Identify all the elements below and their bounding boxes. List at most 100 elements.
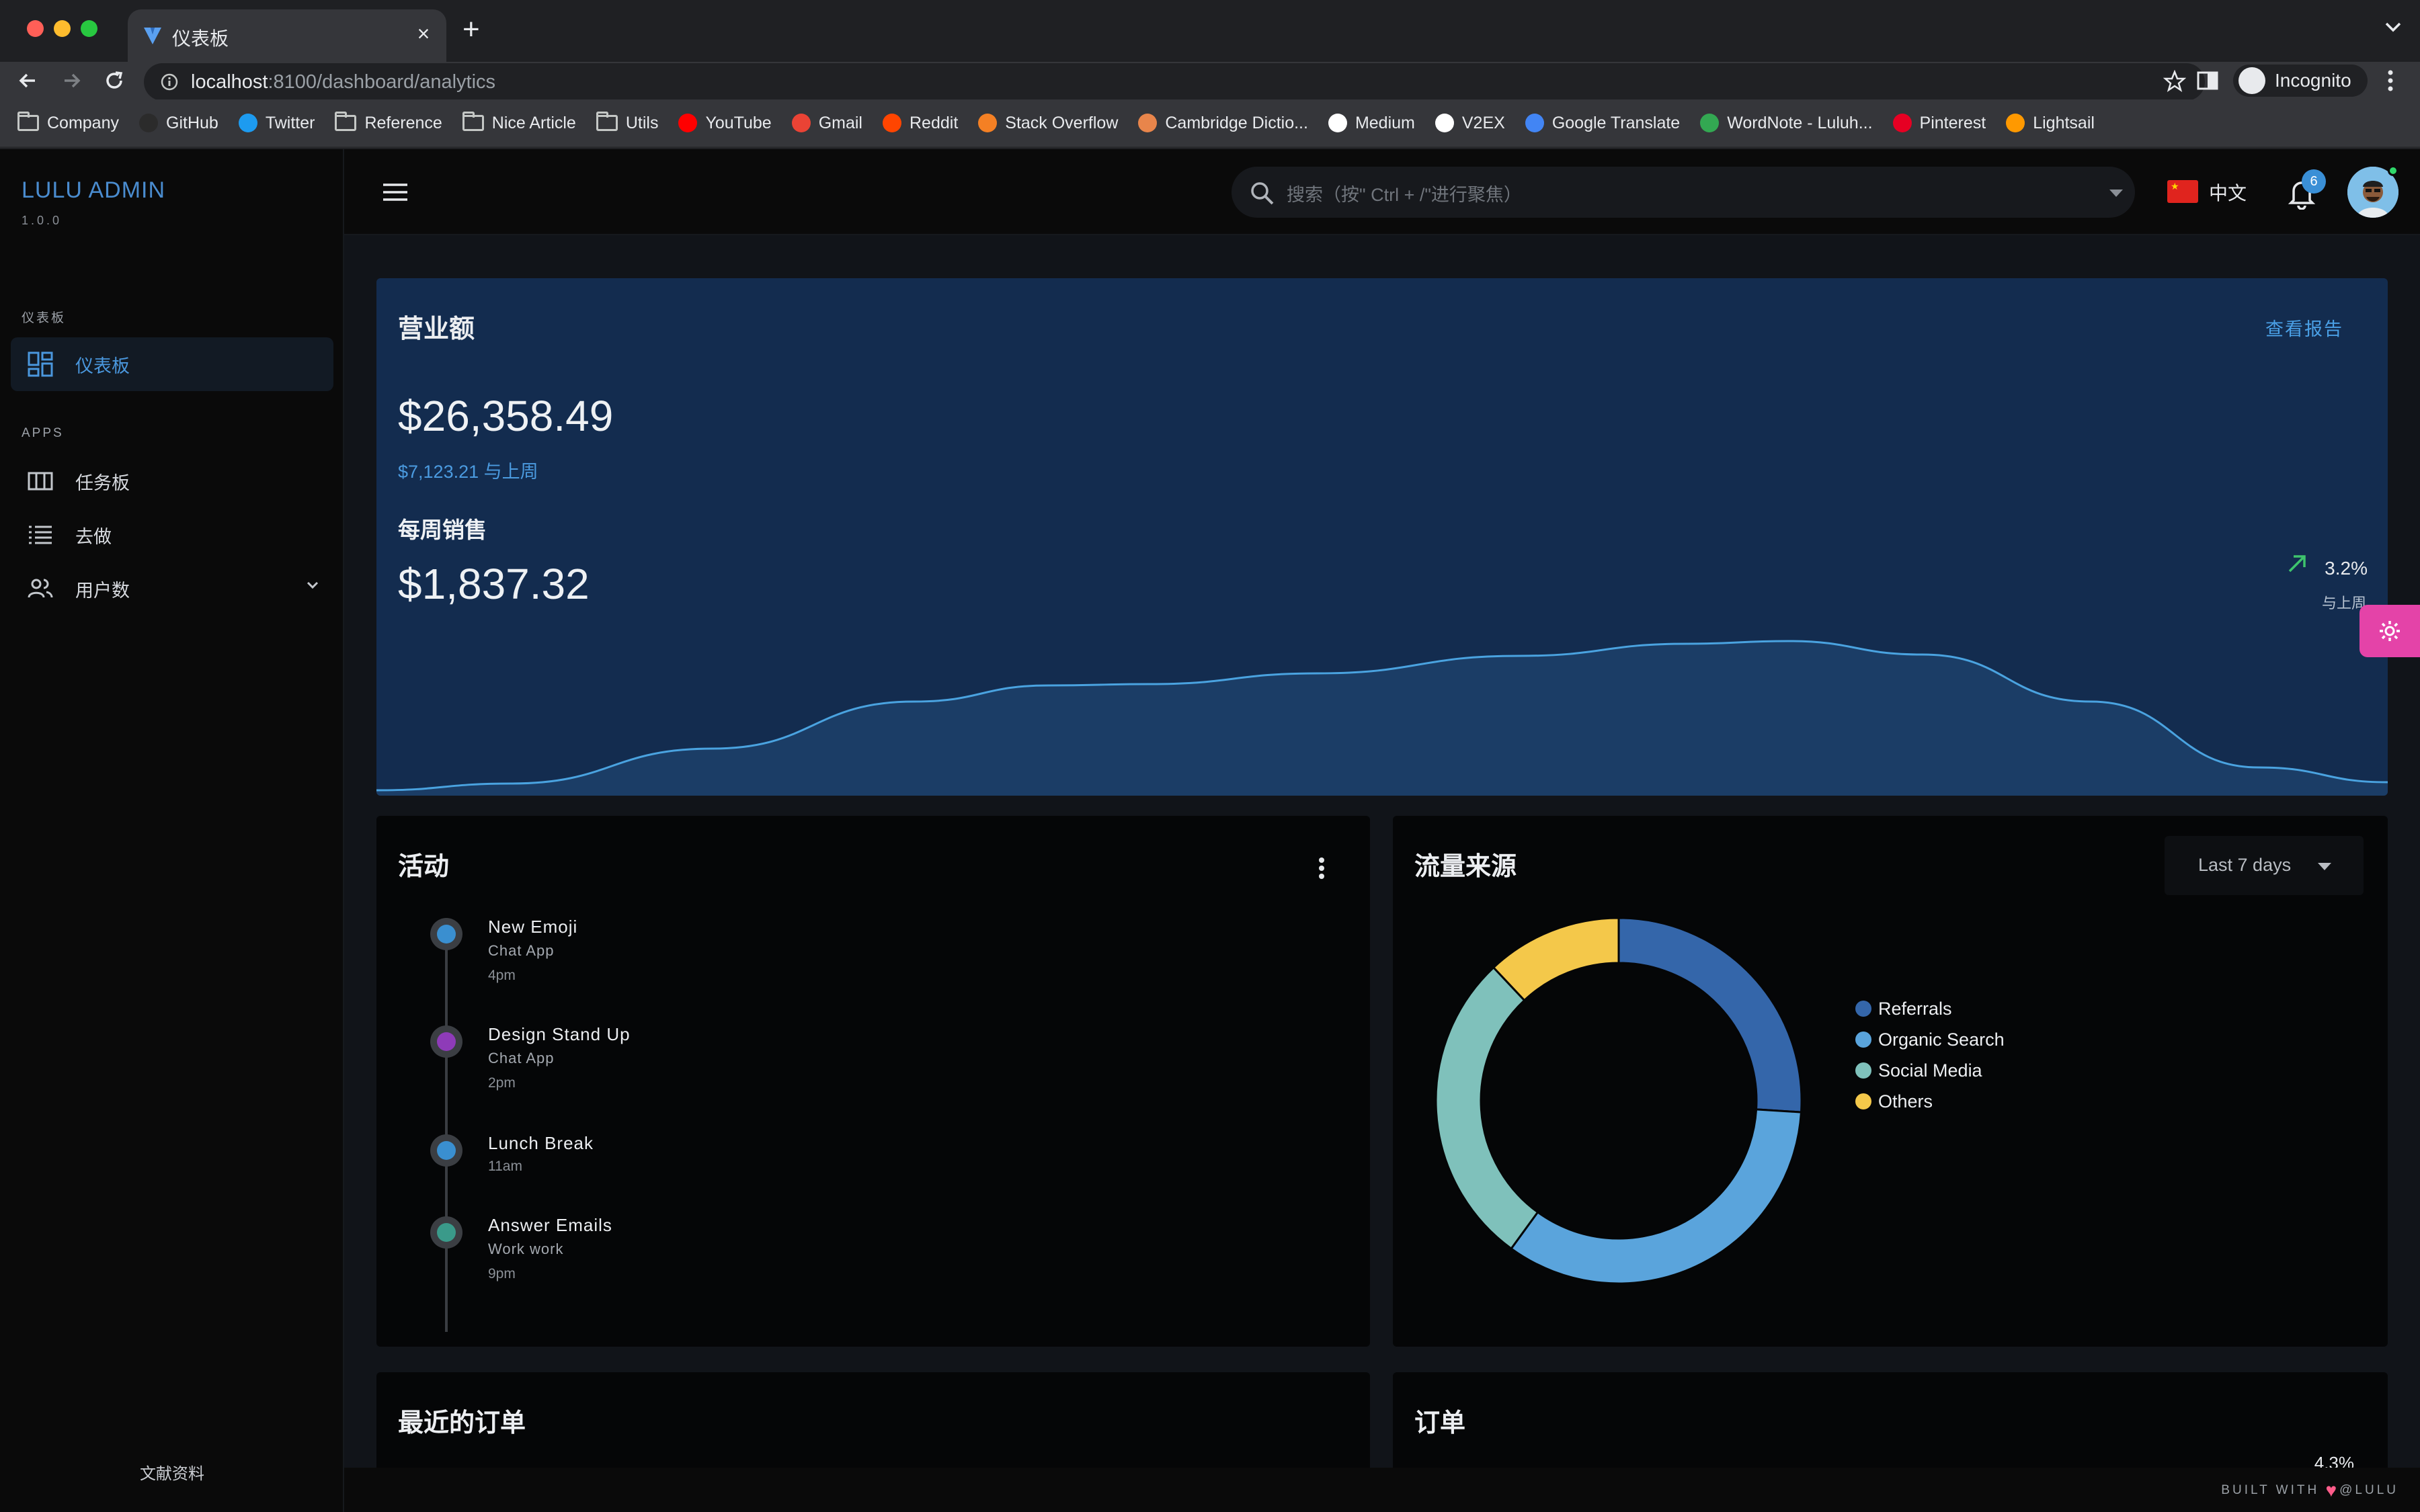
address-bar[interactable]: localhost:8100/dashboard/analytics: [144, 63, 2205, 101]
bookmark-label: Company: [47, 113, 119, 132]
settings-drawer-button[interactable]: [2360, 605, 2420, 657]
bookmark-label: Gmail: [818, 113, 862, 132]
search-placeholder: 搜索（按" Ctrl + /"进行聚焦）: [1287, 185, 1522, 205]
bookmark-reddit[interactable]: Reddit: [883, 114, 958, 133]
brand-title[interactable]: LULU ADMIN: [22, 177, 165, 204]
site-info-icon[interactable]: [160, 73, 179, 91]
bookmark-star-icon[interactable]: [2163, 70, 2186, 93]
section-label-apps: APPS: [22, 426, 64, 440]
folder-icon: [462, 112, 484, 131]
new-tab-button[interactable]: +: [462, 15, 480, 44]
tab-close-button[interactable]: ×: [411, 22, 436, 46]
browser-tab[interactable]: 仪表板 ×: [128, 9, 446, 62]
app-root: LULU ADMIN 1.0.0 仪表板 仪表板 APPS 任务板 去做 用户数…: [0, 149, 2420, 1512]
close-window-button[interactable]: [27, 20, 44, 37]
gmail-icon: [791, 114, 811, 132]
sidebar-item-kanban[interactable]: 任务板: [11, 454, 333, 508]
timeline-line: [445, 935, 448, 1332]
bookmark-wordnote-luluh[interactable]: WordNote - Luluh...: [1700, 114, 1873, 133]
timeline-sub: Work work: [488, 1241, 564, 1257]
donut-slice-organic-search[interactable]: [1510, 1108, 1803, 1285]
period-select[interactable]: Last 7 days: [2165, 836, 2364, 895]
bookmark-lightsail[interactable]: Lightsail: [2006, 114, 2095, 133]
bookmark-youtube[interactable]: YouTube: [678, 114, 772, 133]
bookmark-google-translate[interactable]: Google Translate: [1525, 114, 1680, 133]
legend-label: Social Media: [1878, 1060, 1982, 1081]
bookmark-medium[interactable]: Medium: [1328, 114, 1415, 133]
bookmark-label: Google Translate: [1551, 113, 1681, 132]
browser-menu-icon[interactable]: [2385, 69, 2396, 93]
browser-window: 仪表板 × + localhost:8100/dashboard/analyti…: [0, 0, 2420, 1512]
legend-item[interactable]: Others: [1855, 1086, 2005, 1117]
github-icon: [139, 114, 158, 132]
bookmark-stack-overflow[interactable]: Stack Overflow: [978, 114, 1118, 133]
global-search[interactable]: 搜索（按" Ctrl + /"进行聚焦）: [1232, 167, 2135, 218]
legend-label: Others: [1878, 1091, 1933, 1111]
side-panel-icon[interactable]: [2194, 66, 2221, 95]
donut-slice-social-media[interactable]: [1435, 966, 1539, 1251]
bookmark-label: Cambridge Dictio...: [1165, 113, 1308, 132]
bookmark-label: V2EX: [1461, 113, 1505, 132]
timeline-dot: [430, 1216, 462, 1249]
gear-icon: [2380, 621, 2400, 641]
traffic-title: 流量来源: [1414, 853, 1517, 881]
view-report-link[interactable]: 查看报告: [2265, 314, 2343, 341]
timeline-dot: [430, 1134, 462, 1167]
bookmark-pinterest[interactable]: Pinterest: [1892, 114, 1986, 133]
revenue-total: $26,358.49: [398, 392, 614, 440]
orders-title: 订单: [1414, 1409, 1466, 1437]
reload-icon[interactable]: [99, 66, 129, 95]
bookmark-github[interactable]: GitHub: [139, 114, 218, 133]
menu-toggle-icon[interactable]: [382, 179, 409, 206]
incognito-profile-button[interactable]: Incognito: [2233, 65, 2368, 97]
timeline-sub: Chat App: [488, 942, 555, 959]
tab-search-icon[interactable]: [2384, 20, 2403, 34]
bookmark-gmail[interactable]: Gmail: [791, 113, 862, 133]
youtube-icon: [678, 114, 698, 132]
activity-title: 活动: [398, 853, 450, 881]
search-dropdown-caret[interactable]: [2109, 190, 2123, 197]
activity-card: 活动 New Emoji Chat App 4pm Design Stand U…: [376, 816, 1370, 1347]
bookmark-twitter[interactable]: Twitter: [238, 113, 315, 133]
revenue-card: 营业额 查看报告 $26,358.49 $7,123.21 与上周 每周销售 $…: [376, 278, 2388, 796]
sidebar-item-dashboard[interactable]: 仪表板: [11, 337, 333, 391]
bookmarks-bar: Company GitHub Twitter Reference Nice Articl…: [0, 99, 2420, 148]
sidebar-item-users[interactable]: 用户数: [11, 562, 333, 616]
legend-item[interactable]: Social Media: [1855, 1055, 2005, 1086]
bookmark-label: Twitter: [265, 113, 315, 132]
donut-slice-others[interactable]: [1492, 917, 1620, 1002]
timeline-dot: [430, 918, 462, 950]
sidebar-item-todo[interactable]: 去做: [11, 508, 333, 562]
language-switcher[interactable]: 中文: [2209, 179, 2247, 206]
author-link[interactable]: @LULU: [2339, 1483, 2398, 1497]
china-flag-icon[interactable]: [2167, 180, 2198, 203]
timeline-dot-fill: [437, 1032, 456, 1051]
bookmark-cambridge-dictio[interactable]: Cambridge Dictio...: [1138, 114, 1308, 133]
medium-icon: [1328, 114, 1347, 132]
bookmark-utils[interactable]: Utils: [596, 112, 658, 133]
bookmark-company[interactable]: Company: [17, 112, 119, 133]
recent-orders-title: 最近的订单: [398, 1409, 526, 1437]
forward-arrow-icon[interactable]: [56, 66, 86, 95]
browser-toolbar: localhost:8100/dashboard/analytics Incog…: [0, 62, 2420, 101]
legend-item[interactable]: Referrals: [1855, 993, 2005, 1024]
bookmark-nice-article[interactable]: Nice Article: [462, 112, 576, 133]
back-arrow-icon[interactable]: [13, 66, 43, 95]
pinterest-icon: [1892, 114, 1912, 132]
v2ex-icon: [1435, 114, 1454, 132]
bookmark-v2ex[interactable]: V2EX: [1435, 114, 1505, 133]
bookmark-label: Lightsail: [2033, 113, 2095, 132]
docs-link[interactable]: 文献资料: [0, 1460, 344, 1484]
wordnote-icon: [1700, 114, 1720, 132]
maximize-window-button[interactable]: [81, 20, 97, 37]
built-with-label: BUILT WITH: [2221, 1483, 2320, 1497]
notification-badge: 6: [2302, 169, 2326, 194]
legend-item[interactable]: Organic Search: [1855, 1024, 2005, 1055]
more-options-icon[interactable]: [1318, 855, 1326, 882]
timeline-dot: [430, 1025, 462, 1058]
kanban-icon: [26, 466, 55, 496]
bookmark-reference[interactable]: Reference: [335, 112, 442, 133]
donut-slice-referrals[interactable]: [1617, 917, 1803, 1114]
url-path: :8100/dashboard/analytics: [268, 71, 496, 93]
minimize-window-button[interactable]: [54, 20, 71, 37]
